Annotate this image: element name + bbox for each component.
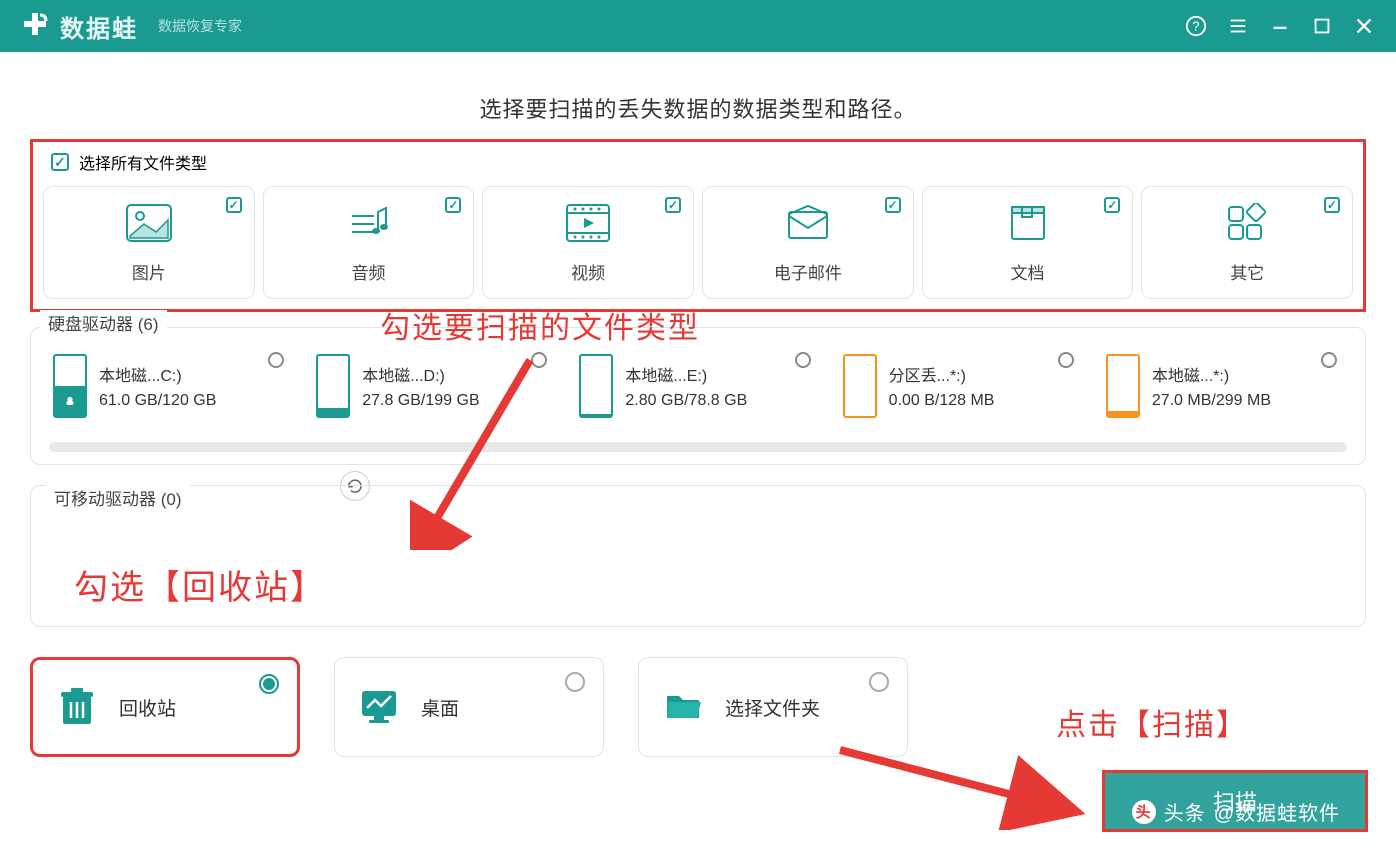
removable-header: 可移动驱动器 (0) [46,485,190,510]
location-label: 桌面 [421,694,459,721]
drives-row: 本地磁...C:) 61.0 GB/120 GB 本地磁...D:) 27.8 … [45,348,1351,424]
filetype-video[interactable]: 视频 [482,186,694,299]
check-icon[interactable] [445,197,461,213]
watermark-icon: 头 [1132,800,1156,824]
location-label: 选择文件夹 [725,694,820,721]
filetype-label: 其它 [1152,259,1342,284]
location-recycle-bin[interactable]: 回收站 [30,657,300,757]
filetype-label: 音频 [274,259,464,284]
drive-c[interactable]: 本地磁...C:) 61.0 GB/120 GB [45,348,298,424]
radio-icon[interactable] [795,352,811,368]
filetype-email[interactable]: 电子邮件 [702,186,914,299]
annotation-scan: 点击【扫描】 [1056,700,1248,744]
drive-lost-partition[interactable]: 分区丢...*:) 0.00 B/128 MB [835,348,1088,424]
filetype-section: 选择所有文件类型 图片 音频 [30,139,1366,312]
location-label: 回收站 [119,694,176,721]
drive-size: 0.00 B/128 MB [889,392,995,410]
audio-icon [274,201,464,245]
drive-name: 本地磁...C:) [99,362,216,386]
check-icon[interactable] [1324,197,1340,213]
filetype-label: 视频 [493,259,683,284]
drive-bar-icon [1106,354,1140,418]
radio-icon[interactable] [869,672,889,692]
filetype-label: 文档 [933,259,1123,284]
page-title: 选择要扫描的丢失数据的数据类型和路径。 [30,92,1366,124]
image-icon [54,201,244,245]
drive-name: 分区丢...*:) [889,362,995,386]
check-icon[interactable] [226,197,242,213]
drive-name: 本地磁...E:) [625,362,747,386]
filetype-document[interactable]: 文档 [922,186,1134,299]
drive-bar-icon [53,354,87,418]
drives-scrollbar[interactable] [49,442,1347,452]
close-icon[interactable] [1352,14,1376,38]
drive-size: 27.0 MB/299 MB [1152,392,1271,410]
watermark-prefix: 头条 [1164,797,1206,826]
select-all-row[interactable]: 选择所有文件类型 [43,150,1353,174]
watermark-text: @数据蛙软件 [1214,797,1340,826]
main-content: 选择要扫描的丢失数据的数据类型和路径。 选择所有文件类型 图片 音频 [0,52,1396,777]
arrow-icon [830,740,1090,830]
app-logo: 数据蛙 [20,9,138,44]
desktop-icon [359,686,401,728]
email-icon [713,201,903,245]
filetype-grid: 图片 音频 视频 [43,186,1353,299]
annotation-recycle: 勾选【回收站】 [74,560,326,609]
svg-text:?: ? [1192,19,1199,34]
drive-size: 61.0 GB/120 GB [99,392,216,410]
filetype-other[interactable]: 其它 [1141,186,1353,299]
check-icon[interactable] [885,197,901,213]
radio-icon[interactable] [1058,352,1074,368]
check-icon[interactable] [1104,197,1120,213]
radio-icon[interactable] [1321,352,1337,368]
location-desktop[interactable]: 桌面 [334,657,604,757]
annotation-filetype: 勾选要扫描的文件类型 [380,303,700,347]
arrow-icon [410,350,550,550]
radio-selected-icon[interactable] [259,674,279,694]
video-icon [493,201,683,245]
select-all-label: 选择所有文件类型 [79,150,207,174]
watermark: 头 头条 @数据蛙软件 [1132,797,1340,826]
menu-icon[interactable] [1226,14,1250,38]
hard-drives-box: 本地磁...C:) 61.0 GB/120 GB 本地磁...D:) 27.8 … [30,327,1366,465]
app-name: 数据蛙 [60,9,138,44]
help-icon[interactable]: ? [1184,14,1208,38]
drive-local-star[interactable]: 本地磁...*:) 27.0 MB/299 MB [1098,348,1351,424]
check-icon[interactable] [665,197,681,213]
logo-icon [20,11,50,41]
radio-icon[interactable] [268,352,284,368]
trash-icon [57,686,99,728]
radio-icon[interactable] [565,672,585,692]
filetype-image[interactable]: 图片 [43,186,255,299]
document-icon [933,201,1123,245]
drive-bar-icon [579,354,613,418]
select-all-checkbox[interactable] [51,153,69,171]
drive-size: 2.80 GB/78.8 GB [625,392,747,410]
filetype-label: 电子邮件 [713,259,903,284]
drive-bar-icon [316,354,350,418]
filetype-audio[interactable]: 音频 [263,186,475,299]
drive-e[interactable]: 本地磁...E:) 2.80 GB/78.8 GB [571,348,824,424]
hard-drives-header: 硬盘驱动器 (6) [40,310,167,335]
other-icon [1152,201,1342,245]
app-subtitle: 数据恢复专家 [158,16,242,36]
filetype-label: 图片 [54,259,244,284]
minimize-icon[interactable] [1268,14,1292,38]
drive-name: 本地磁...*:) [1152,362,1271,386]
maximize-icon[interactable] [1310,14,1334,38]
title-bar: 数据蛙 数据恢复专家 ? [0,0,1396,52]
drive-bar-icon [843,354,877,418]
window-controls: ? [1184,14,1376,38]
folder-icon [663,686,705,728]
